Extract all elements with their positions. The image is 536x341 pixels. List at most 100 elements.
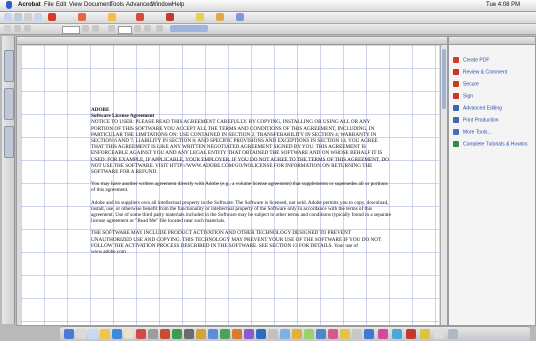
create-pdf-icon [453,57,459,63]
pdf-page[interactable]: ADOBE Software License Agreement NOTICE … [21,45,439,325]
zoom-level-field[interactable] [62,26,80,34]
lock-icon [453,81,459,87]
flash-dock-icon[interactable] [328,329,338,339]
scroll-thumb[interactable] [442,49,446,109]
pencil-dock-icon[interactable] [340,329,350,339]
task-sign[interactable]: Sign [453,93,473,101]
menubar-clock: Tue 4:08 PM [486,2,521,8]
powerpoint-dock-icon[interactable] [232,329,242,339]
safari-dock-icon[interactable] [112,329,122,339]
vertical-scrollbar[interactable] [440,45,447,325]
paragraph-ownership: Adobe and its suppliers own all intellec… [91,199,391,225]
document-title-bar [17,37,447,45]
tasks-panel: Create PDF Review & Comment Secure Sign … [448,36,536,326]
menu-file[interactable]: File [44,2,54,8]
main-toolbar [0,12,536,24]
save-icon[interactable] [14,13,22,21]
select-tool-icon[interactable] [4,25,11,32]
app3-dock-icon[interactable] [392,329,402,339]
photoshop-dock-icon[interactable] [244,329,254,339]
ichat-dock-icon[interactable] [100,329,110,339]
trash-dock-icon[interactable] [448,329,458,339]
menu-tools[interactable]: Tools [110,2,124,8]
app2-dock-icon[interactable] [378,329,388,339]
itunes-dock-icon[interactable] [172,329,182,339]
print-icon[interactable] [24,13,32,21]
task-create-pdf[interactable]: Create PDF [453,57,489,65]
zoom-in-icon[interactable] [82,25,89,32]
task-review-comment[interactable]: Review & Comment [453,69,507,77]
secure-icon[interactable] [136,13,144,21]
print-production-icon [453,117,459,123]
menu-edit[interactable]: Edit [56,2,66,8]
downloads-dock-icon[interactable] [434,329,444,339]
network-dock-icon[interactable] [280,329,290,339]
finder-dock-icon[interactable] [64,329,74,339]
forms-icon[interactable] [196,13,204,21]
calendar-dock-icon[interactable] [136,329,146,339]
garageband-dock-icon[interactable] [304,329,314,339]
app5-dock-icon[interactable] [420,329,430,339]
task-print-production[interactable]: Print Production [453,117,499,125]
create-pdf-icon[interactable] [48,13,56,21]
preview-dock-icon[interactable] [148,329,158,339]
iphoto-dock-icon[interactable] [196,329,206,339]
task-more-tools[interactable]: More Tools... [453,129,492,137]
tasks-panel-header [449,37,535,45]
menu-window[interactable]: Window [151,2,172,8]
page-number-field[interactable] [118,26,132,34]
app-dock-icon[interactable] [364,329,374,339]
combine-files-icon[interactable] [78,13,86,21]
hand-tool-icon[interactable] [14,25,21,32]
terminal-dock-icon[interactable] [268,329,278,339]
menu-acrobat[interactable]: Acrobat [18,2,41,8]
menu-advanced[interactable]: Advanced [126,2,153,8]
dashboard-dock-icon[interactable] [76,329,86,339]
mail-dock-icon[interactable] [88,329,98,339]
app4-dock-icon[interactable] [406,329,416,339]
document-pane: ADOBE Software License Agreement NOTICE … [16,36,448,326]
paragraph-volume: You may have another written agreement d… [91,181,388,194]
acrobat-dock-icon[interactable] [160,329,170,339]
menu-document[interactable]: Document [84,2,111,8]
word-dock-icon[interactable] [208,329,218,339]
comment-icon [453,69,459,75]
zoom-tool-icon[interactable] [24,25,31,32]
edit-icon [453,105,459,111]
excel-dock-icon[interactable] [220,329,230,339]
zoom-out-icon[interactable] [92,25,99,32]
tutorial-icon [453,141,459,147]
imovie-dock-icon[interactable] [316,329,326,339]
menu-view[interactable]: View [69,2,82,8]
next-page-icon[interactable] [144,25,151,32]
illustrator-dock-icon[interactable] [256,329,266,339]
sign-icon[interactable] [166,13,174,21]
review-icon[interactable] [236,13,244,21]
address-book-dock-icon[interactable] [124,329,134,339]
pen-icon [453,93,459,99]
tools-icon [453,129,459,135]
rotate-icon[interactable] [156,25,163,32]
paragraph-activation: THE SOFTWARE MAY INCLUDE PRODUCT ACTIVAT… [91,230,382,256]
comment-icon[interactable] [216,13,224,21]
navigation-pane-strip [2,36,15,324]
email-icon[interactable] [34,13,42,21]
menu-help[interactable]: Help [172,2,184,8]
system-preferences-dock-icon[interactable] [184,329,194,339]
dock [60,326,530,341]
prev-page-icon[interactable] [134,25,141,32]
stickies-dock-icon[interactable] [292,329,302,339]
export-icon[interactable] [108,13,116,21]
attachments-tab[interactable] [4,126,14,158]
utility-dock-icon[interactable] [352,329,362,339]
task-advanced-editing[interactable]: Advanced Editing [453,105,502,113]
apple-menu-icon[interactable] [6,1,12,9]
pages-tab[interactable] [4,88,14,120]
bookmarks-tab[interactable] [4,50,14,82]
task-secure[interactable]: Secure [453,81,479,89]
paragraph-notice: NOTICE TO USER: PLEASE READ THIS AGREEME… [91,119,389,176]
open-icon[interactable] [4,13,12,21]
find-field[interactable] [170,25,208,32]
task-tutorials[interactable]: Complete Tutorials & Howtos [453,141,527,149]
fit-page-icon[interactable] [108,25,115,32]
